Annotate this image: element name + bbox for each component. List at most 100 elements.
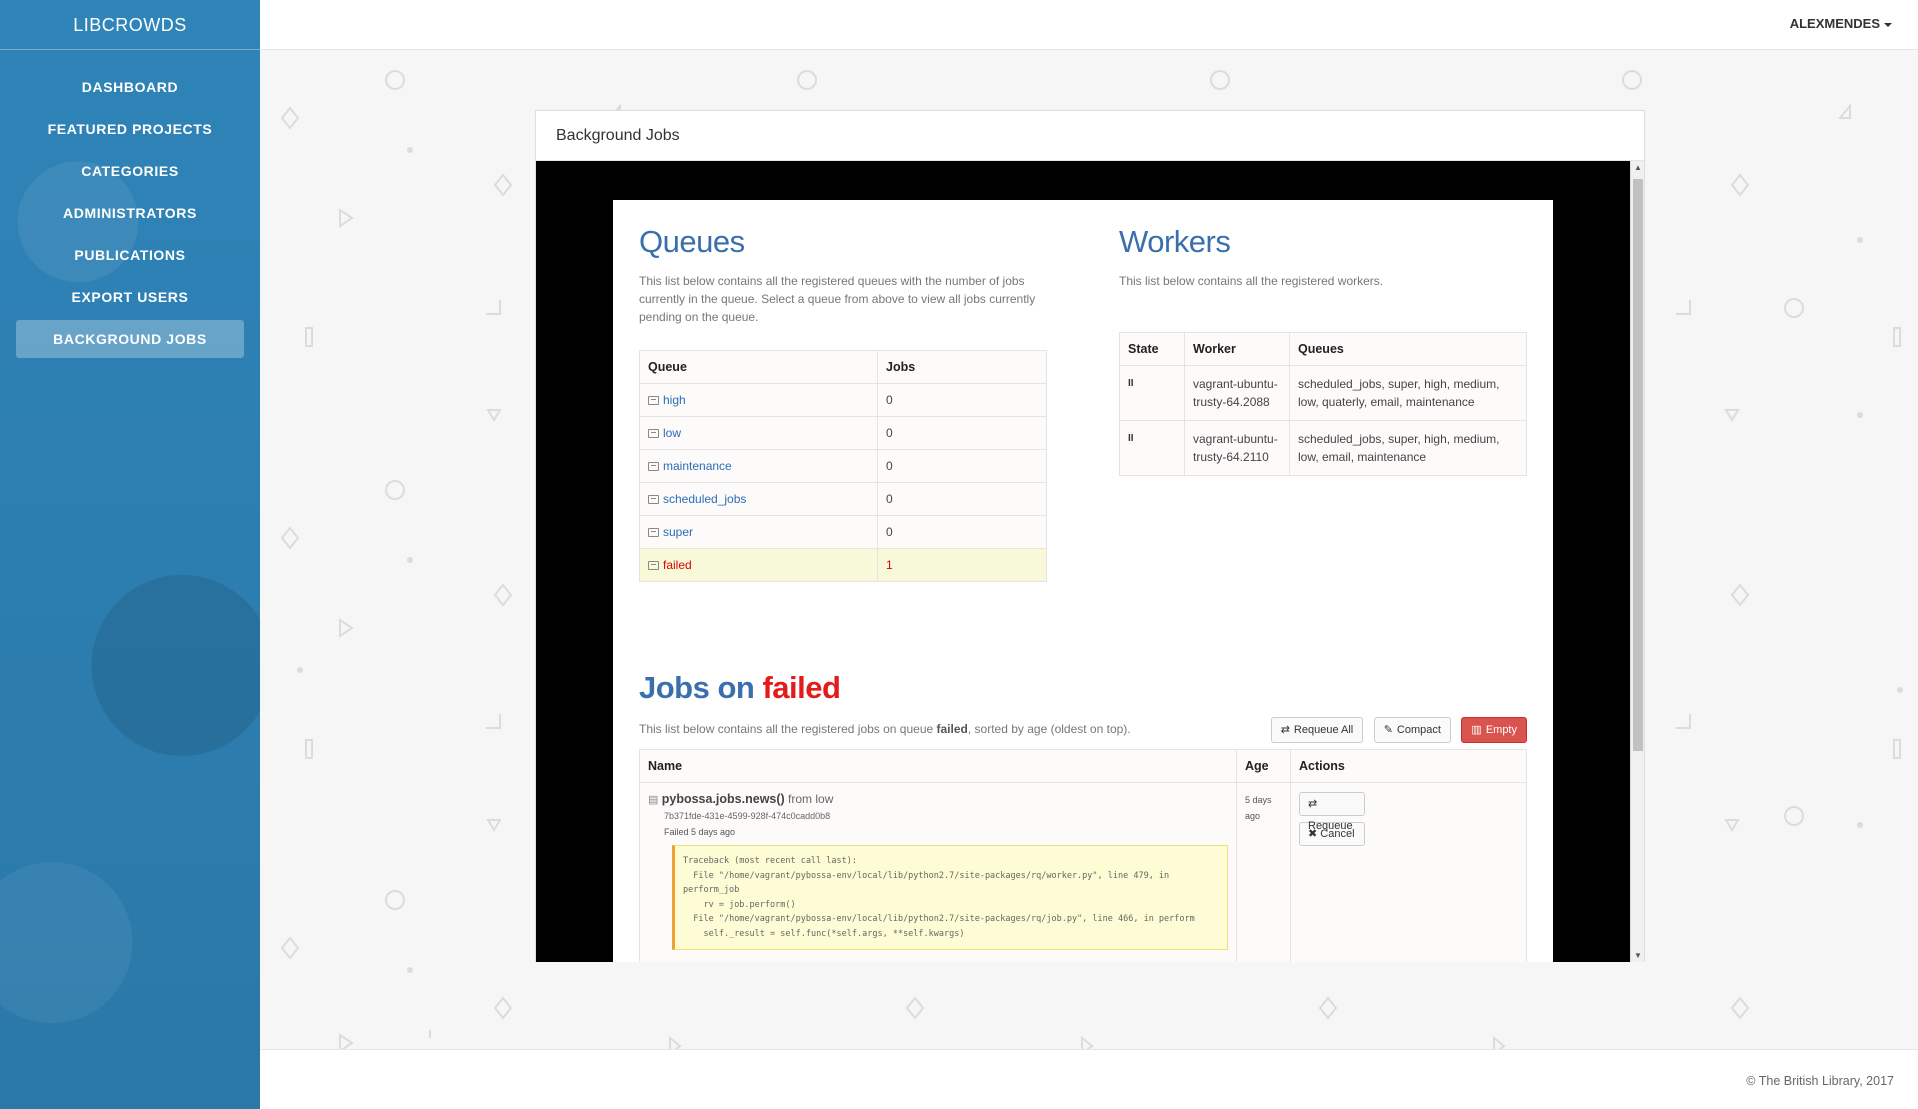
column-header-state: State	[1119, 332, 1185, 366]
empty-button[interactable]: ▥ Empty	[1461, 717, 1527, 743]
compact-button[interactable]: ✎ Compact	[1373, 717, 1451, 743]
pause-icon: II	[1128, 378, 1134, 389]
wand-icon: ✎	[1383, 724, 1393, 736]
close-icon: ✖	[1308, 828, 1321, 840]
job-traceback: Traceback (most recent call last): File …	[672, 845, 1228, 950]
table-row: II vagrant-ubuntu-trusty-64.2088 schedul…	[1119, 365, 1527, 421]
queue-link-super[interactable]: super	[663, 525, 693, 539]
queue-job-count: 1	[877, 548, 1047, 582]
queue-job-count: 0	[877, 482, 1047, 516]
queues-table: Queue Jobs high 0 low 0 maintenance 0 sc…	[639, 350, 1047, 582]
panel-heading: Background Jobs	[536, 111, 1644, 161]
inbox-icon	[648, 429, 659, 438]
queue-job-count: 0	[877, 416, 1047, 450]
job-origin: from low	[788, 792, 834, 806]
worker-name: vagrant-ubuntu-trusty-64.2088	[1184, 365, 1290, 421]
table-row: scheduled_jobs 0	[639, 482, 1047, 516]
column-header-actions: Actions	[1290, 749, 1527, 783]
jobs-table-wrapper: Name Age Actions ▤ pybossa.jobs.news() f…	[639, 749, 1527, 962]
inbox-icon	[648, 495, 659, 504]
workers-title: Workers	[1119, 224, 1231, 259]
requeue-button[interactable]: ⇄ Requeue	[1299, 792, 1365, 832]
footer: © The British Library, 2017	[260, 1049, 1918, 1109]
brand-logo[interactable]: LIBCROWDS	[0, 0, 260, 50]
user-name: ALEXMENDES	[1789, 16, 1880, 31]
jobs-title-prefix: Jobs on	[639, 670, 755, 705]
scroll-down-icon[interactable]: ▼	[1634, 951, 1642, 960]
file-icon: ▤	[648, 794, 659, 806]
queue-link-scheduled-jobs[interactable]: scheduled_jobs	[663, 492, 746, 506]
sidebar-item-publications[interactable]: PUBLICATIONS	[16, 236, 244, 274]
sidebar-item-background-jobs[interactable]: BACKGROUND JOBS	[16, 320, 244, 358]
worker-name: vagrant-ubuntu-trusty-64.2110	[1184, 420, 1290, 476]
queue-link-maintenance[interactable]: maintenance	[663, 459, 732, 473]
jobs-description-queue: failed	[936, 722, 968, 736]
sidebar-item-export-users[interactable]: EXPORT USERS	[16, 278, 244, 316]
job-failed-time: Failed 5 days ago	[664, 827, 736, 837]
worker-queues: scheduled_jobs, super, high, medium, low…	[1289, 365, 1527, 421]
jobs-title-queue: failed	[762, 670, 841, 705]
job-age: 5 days ago	[1245, 795, 1272, 821]
queues-section: Queues This list below contains all the …	[639, 200, 1047, 582]
sidebar-item-featured-projects[interactable]: FEATURED PROJECTS	[16, 110, 244, 148]
column-header-queue: Queue	[639, 350, 878, 384]
sidebar-item-categories[interactable]: CATEGORIES	[16, 152, 244, 190]
rq-dashboard-content: Queues This list below contains all the …	[613, 200, 1553, 962]
inbox-icon	[648, 462, 659, 471]
column-header-worker: Worker	[1184, 332, 1290, 366]
trash-icon: ▥	[1471, 724, 1482, 736]
compact-label: Compact	[1396, 724, 1441, 736]
jobs-table: Name Age Actions ▤ pybossa.jobs.news() f…	[639, 749, 1527, 962]
inbox-icon	[648, 561, 659, 570]
user-menu[interactable]: ALEXMENDES	[1790, 0, 1892, 48]
sidebar: LIBCROWDS DASHBOARD FEATURED PROJECTS CA…	[0, 0, 260, 1109]
background-jobs-panel: Background Jobs Queues This list below c…	[535, 110, 1645, 962]
inbox-icon	[648, 528, 659, 537]
jobs-toolbar: ⇄ Requeue All ✎ Compact ▥ Empty	[1265, 717, 1527, 743]
workers-table: State Worker Queues II vagrant-ubuntu-tr…	[1119, 332, 1527, 476]
jobs-description-text: This list below contains all the registe…	[639, 722, 934, 736]
sidebar-nav: DASHBOARD FEATURED PROJECTS CATEGORIES A…	[0, 68, 260, 358]
jobs-description: This list below contains all the registe…	[639, 722, 1131, 736]
empty-label: Empty	[1485, 724, 1517, 736]
table-row: low 0	[639, 416, 1047, 450]
table-row: ▤ pybossa.jobs.news() from low 7b371fde-…	[639, 782, 1527, 962]
workers-description: This list below contains all the registe…	[1119, 274, 1384, 288]
jobs-title: Jobs on failed	[639, 670, 841, 706]
scrollbar-thumb[interactable]	[1633, 179, 1643, 751]
requeue-all-label: Requeue All	[1293, 724, 1354, 736]
sidebar-item-dashboard[interactable]: DASHBOARD	[16, 68, 244, 106]
table-row: maintenance 0	[639, 449, 1047, 483]
table-row: high 0	[639, 383, 1047, 417]
requeue-all-button[interactable]: ⇄ Requeue All	[1270, 717, 1364, 743]
queue-job-count: 0	[877, 515, 1047, 549]
workers-section: Workers This list below contains all the…	[1119, 200, 1527, 476]
table-row: super 0	[639, 515, 1047, 549]
iframe-scrollbar[interactable]: ▲ ▼	[1630, 161, 1644, 962]
scroll-up-icon[interactable]: ▲	[1634, 163, 1642, 172]
copyright: © The British Library, 2017	[1746, 1074, 1894, 1088]
queue-link-high[interactable]: high	[663, 393, 686, 407]
table-row: II vagrant-ubuntu-trusty-64.2110 schedul…	[1119, 420, 1527, 476]
caret-down-icon	[1884, 22, 1892, 27]
top-navbar: ALEXMENDES	[260, 0, 1918, 50]
pause-icon: II	[1128, 433, 1134, 444]
queues-title: Queues	[639, 224, 745, 259]
job-name: pybossa.jobs.news()	[661, 792, 785, 806]
embedded-rq-dashboard[interactable]: Queues This list below contains all the …	[536, 161, 1632, 962]
job-id: 7b371fde-431e-4599-928f-474c0cadd0b8	[664, 811, 831, 821]
sidebar-item-administrators[interactable]: ADMINISTRATORS	[16, 194, 244, 232]
retweet-icon: ⇄	[1280, 724, 1290, 736]
worker-queues: scheduled_jobs, super, high, medium, low…	[1289, 420, 1527, 476]
queue-link-low[interactable]: low	[663, 426, 681, 440]
jobs-description-suffix: , sorted by age (oldest on top).	[967, 722, 1131, 736]
cancel-button[interactable]: ✖ Cancel	[1299, 822, 1365, 846]
queues-description: This list below contains all the registe…	[639, 274, 1036, 324]
retweet-icon: ⇄	[1308, 798, 1318, 810]
queue-link-failed[interactable]: failed	[663, 558, 692, 572]
column-header-queues: Queues	[1289, 332, 1527, 366]
column-header-age: Age	[1236, 749, 1291, 783]
cancel-label: Cancel	[1320, 828, 1355, 840]
queue-job-count: 0	[877, 383, 1047, 417]
table-row: failed 1	[639, 548, 1047, 582]
